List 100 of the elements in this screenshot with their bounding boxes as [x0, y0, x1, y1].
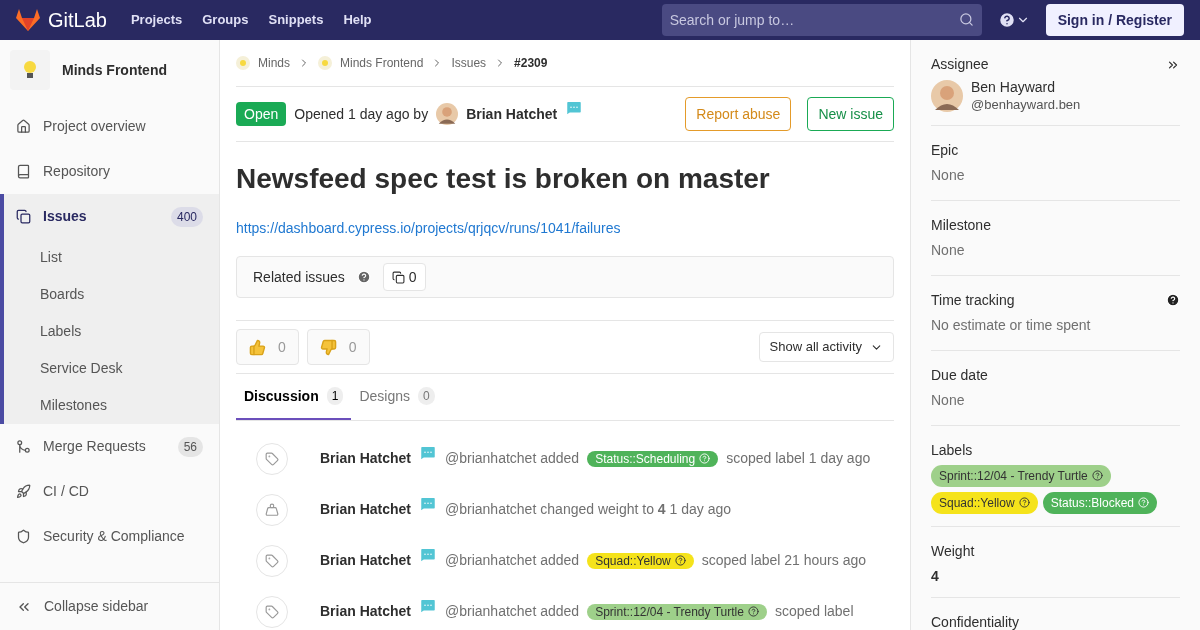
group-avatar — [318, 56, 332, 70]
help-icon — [674, 555, 686, 566]
note-text: changed weight to 4 1 day ago — [540, 500, 732, 519]
sidebar-icon — [16, 439, 31, 454]
related-issues-title: Related issues — [253, 267, 345, 287]
count-badge: 0 — [418, 387, 435, 405]
search-field[interactable]: Search or jump to… — [661, 4, 982, 36]
weight-icon — [265, 502, 279, 517]
section-value: None — [931, 240, 966, 260]
count-badge: 1 — [326, 387, 344, 405]
project-name[interactable]: Minds Frontend — [62, 59, 167, 81]
avatar-icon — [931, 79, 963, 112]
chat-icon — [565, 99, 584, 117]
author-link[interactable]: Brian Hatchet — [320, 601, 412, 622]
sidebar-icon — [16, 529, 31, 544]
section-title: Weight — [931, 541, 976, 561]
section-value: No estimate or time spent — [931, 315, 1092, 335]
label-badge[interactable]: Sprint::12/04 - Trendy Turtle — [587, 603, 767, 620]
description-link[interactable]: https://dashboard.cypress.io/projects/qrjqcv/runs/1041/failures — [236, 220, 621, 236]
tag-icon — [265, 451, 279, 466]
sidebar-item[interactable]: CI / CD — [4, 469, 219, 514]
section-title: Milestone — [931, 215, 991, 235]
sidebar-icon — [16, 164, 31, 179]
issues-icon — [391, 270, 405, 284]
sidebar-icon — [16, 209, 31, 224]
help-icon — [1018, 497, 1030, 509]
assignee-name[interactable]: Ben Hayward — [971, 79, 1081, 97]
tab[interactable]: Designs 0 — [351, 374, 443, 420]
section-title: Time tracking — [931, 290, 1015, 310]
status-badge: Open — [236, 102, 287, 126]
help-icon — [1091, 470, 1103, 482]
note-text: scoped label 21 hours ago — [701, 551, 866, 570]
section-value: 4 — [931, 566, 940, 586]
sidebar-subitem[interactable]: Service Desk — [4, 350, 219, 387]
label-badge[interactable]: Squad::Yellow — [931, 491, 1038, 514]
sidebar-icon — [16, 484, 31, 499]
breadcrumb-link[interactable]: Minds — [258, 54, 290, 72]
activity-filter-dropdown[interactable]: Show all activity — [758, 332, 894, 362]
sidebar-icon — [16, 119, 31, 134]
sidebar-item[interactable]: Security & Compliance — [4, 514, 219, 559]
section-value: None — [931, 165, 966, 185]
breadcrumb-link[interactable]: Minds Frontend — [340, 54, 424, 72]
nav-link[interactable]: Projects — [130, 10, 183, 30]
nav-link[interactable]: Groups — [202, 10, 249, 30]
help-icon — [699, 453, 711, 464]
note-handle: @brianhatchet added — [445, 602, 580, 621]
tab[interactable]: Discussion 1 — [236, 374, 352, 420]
assignee-handle: @benhayward.ben — [971, 96, 1081, 113]
author-link[interactable]: Brian Hatchet — [320, 550, 412, 571]
nav-link[interactable]: Snippets — [268, 10, 324, 30]
fox-logo-icon — [16, 9, 40, 31]
sidebar-subitem[interactable]: Boards — [4, 276, 219, 313]
tag-icon — [265, 604, 279, 619]
section-value: None — [931, 390, 966, 410]
issue-title: Newsfeed spec test is broken on master — [236, 162, 771, 196]
note-text: scoped label 1 day ago — [726, 449, 871, 468]
section-title: Due date — [931, 365, 988, 385]
help-icon — [747, 606, 759, 617]
tag-icon — [265, 553, 279, 568]
help-icon — [1138, 497, 1149, 509]
brand-name[interactable]: GitLab — [48, 5, 107, 35]
help-icon[interactable] — [1166, 293, 1180, 308]
label-badge[interactable]: Sprint::12/04 - Trendy Turtle — [931, 464, 1111, 487]
help-menu[interactable] — [997, 11, 1030, 29]
sign-in-button[interactable]: Sign in / Register — [1045, 4, 1184, 36]
help-icon — [997, 11, 1016, 29]
search-icon — [958, 12, 974, 27]
note-text: scoped label — [774, 602, 854, 621]
note-handle: @brianhatchet added — [445, 551, 580, 570]
label-badge[interactable]: Squad::Yellow — [587, 552, 694, 569]
author-link[interactable]: Brian Hatchet — [320, 499, 412, 520]
light-bulb-icon — [23, 60, 37, 80]
thumbs-down-icon — [319, 338, 337, 356]
nav-link[interactable]: Help — [343, 10, 372, 30]
help-icon — [356, 270, 371, 284]
sidebar-item[interactable]: Repository — [4, 149, 219, 194]
breadcrumb-link[interactable]: Issues — [451, 54, 487, 72]
sidebar-subitem[interactable]: Labels — [4, 313, 219, 350]
section-title: Epic — [931, 140, 959, 160]
section-title: Confidentiality — [931, 613, 1019, 630]
opened-text: Opened 1 day ago by — [294, 104, 429, 124]
count-badge: 56 — [177, 436, 203, 457]
sidebar-item[interactable]: Project overview — [4, 104, 219, 149]
sidebar-subitem[interactable]: List — [4, 239, 219, 276]
sidebar-item[interactable]: Issues 400 — [4, 194, 219, 239]
thumbs-up-icon — [249, 338, 266, 356]
group-avatar — [236, 56, 250, 70]
author-link[interactable]: Brian Hatchet — [320, 448, 412, 469]
note-handle: @brianhatchet added — [445, 449, 580, 468]
section-title: Labels — [931, 441, 973, 458]
avatar-icon — [436, 103, 459, 125]
sidebar-item[interactable]: Merge Requests 56 — [4, 424, 219, 469]
author-link[interactable]: Brian Hatchet — [466, 103, 558, 125]
note-handle: @brianhatchet — [445, 500, 537, 519]
sidebar-subitem[interactable]: Milestones — [4, 387, 219, 424]
new-issue-button[interactable]: New issue — [807, 97, 894, 131]
count-badge: 400 — [170, 206, 203, 227]
section-title: Assignee — [931, 55, 989, 74]
related-count: 0 — [382, 263, 426, 291]
breadcrumb-link[interactable]: #2309 — [514, 54, 548, 72]
